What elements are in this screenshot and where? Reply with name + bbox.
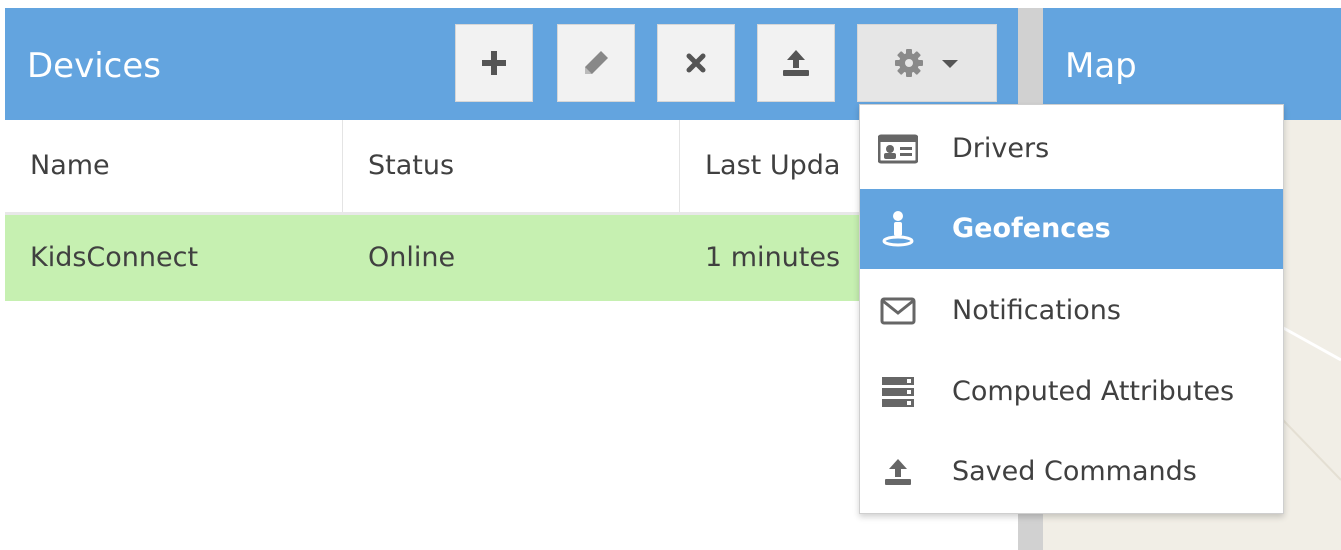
server-stack-icon bbox=[882, 377, 914, 407]
upload-icon bbox=[885, 459, 911, 485]
settings-menu: Drivers Geofences Notifications Computed… bbox=[859, 104, 1284, 514]
menu-item-label: Geofences bbox=[952, 213, 1111, 244]
settings-dropdown-button[interactable] bbox=[857, 24, 997, 102]
menu-item-notifications[interactable]: Notifications bbox=[860, 271, 1283, 351]
menu-item-drivers[interactable]: Drivers bbox=[860, 109, 1283, 189]
pencil-icon bbox=[585, 51, 608, 74]
add-device-button[interactable] bbox=[455, 24, 533, 102]
map-panel-title: Map bbox=[1065, 46, 1137, 86]
menu-item-geofences[interactable]: Geofences bbox=[860, 189, 1283, 269]
id-card-icon bbox=[878, 134, 918, 164]
menu-item-label: Notifications bbox=[952, 295, 1121, 326]
envelope-icon bbox=[880, 297, 916, 325]
remove-device-button[interactable] bbox=[657, 24, 735, 102]
device-status-cell: Online bbox=[368, 242, 456, 273]
plus-icon bbox=[482, 51, 506, 75]
edit-device-button[interactable] bbox=[557, 24, 635, 102]
upload-icon bbox=[783, 50, 809, 76]
menu-item-label: Saved Commands bbox=[952, 456, 1197, 487]
device-name-cell: KidsConnect bbox=[30, 242, 199, 273]
export-button[interactable] bbox=[757, 24, 835, 102]
gear-icon bbox=[895, 49, 923, 77]
map-pin-person-icon bbox=[882, 211, 914, 247]
menu-item-label: Drivers bbox=[952, 133, 1050, 164]
devices-panel-title: Devices bbox=[27, 46, 161, 86]
column-header-status[interactable]: Status bbox=[343, 120, 680, 212]
menu-item-label: Computed Attributes bbox=[952, 376, 1235, 407]
times-icon bbox=[686, 53, 706, 73]
column-header-name[interactable]: Name bbox=[5, 120, 343, 212]
app-window: Devices Name Status Last Upda KidsConnec… bbox=[0, 0, 1341, 550]
menu-item-computed-attributes[interactable]: Computed Attributes bbox=[860, 352, 1283, 432]
menu-item-saved-commands[interactable]: Saved Commands bbox=[860, 432, 1283, 512]
device-last-update-cell: 1 minutes bbox=[705, 242, 841, 273]
chevron-down-icon bbox=[942, 60, 958, 68]
